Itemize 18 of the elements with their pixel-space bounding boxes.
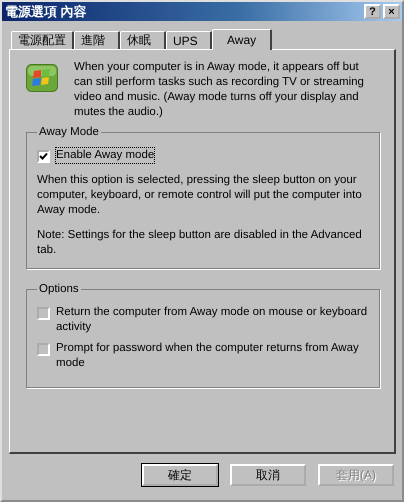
description-text: When your computer is in Away mode, it appears off but can still perform tasks such as recording TV or streaming video and music. (Away mode turns off your display and mutes the audio.) bbox=[74, 60, 365, 120]
tab[interactable]: Away bbox=[212, 29, 272, 50]
checkbox-label[interactable]: Enable Away mode bbox=[56, 148, 154, 163]
description-text: Note: Settings for the sleep button are disabled in the Advanced tab. bbox=[37, 228, 363, 258]
help-button[interactable]: ? bbox=[364, 4, 381, 19]
tab[interactable]: 電源配置 bbox=[11, 31, 74, 49]
description-text: When this option is selected, pressing the sleep button on your computer, keyboard, or remote control will put the computer into Away mode. bbox=[37, 173, 363, 218]
group-title: Away Mode bbox=[38, 126, 100, 138]
windows-flag-icon bbox=[26, 64, 58, 92]
group-title: Options bbox=[38, 283, 80, 295]
close-button[interactable]: × bbox=[383, 4, 400, 19]
tab[interactable]: 休眠 bbox=[120, 31, 166, 49]
tab[interactable]: UPS bbox=[166, 31, 212, 49]
window-title: 電源選項 內容 bbox=[5, 2, 87, 20]
cancel-button[interactable]: 取消 bbox=[230, 464, 306, 486]
tab[interactable]: 進階 bbox=[74, 31, 120, 49]
checkbox[interactable] bbox=[37, 150, 50, 163]
ok-button[interactable]: 確定 bbox=[142, 464, 218, 486]
